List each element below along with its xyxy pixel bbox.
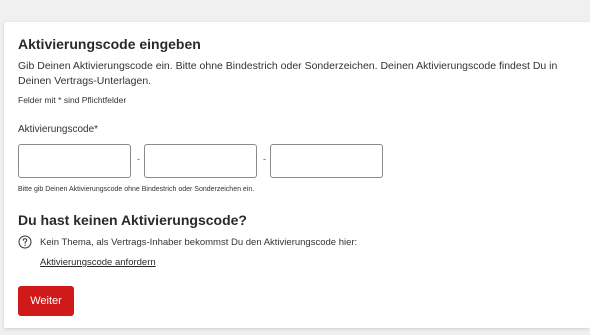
intro-text: Gib Deinen Aktivierungscode ein. Bitte o…	[18, 60, 558, 87]
no-code-help-text: Kein Thema, als Vertrags-Inhaber bekomms…	[40, 237, 358, 248]
activation-card: Aktivierungscode eingeben Gib Deinen Akt…	[4, 22, 590, 328]
activation-code-input-2[interactable]	[144, 144, 257, 178]
required-fields-note: Felder mit * sind Pflichtfelder	[18, 95, 127, 105]
question-circle-icon	[18, 235, 32, 249]
page-title: Aktivierungscode eingeben	[18, 36, 201, 52]
no-code-title: Du hast keinen Aktivierungscode?	[18, 212, 247, 228]
activation-code-label: Aktivierungscode*	[18, 124, 99, 135]
request-code-link[interactable]: Aktivierungscode anfordern	[40, 257, 156, 268]
code-separator-1: -	[137, 154, 140, 164]
next-button[interactable]: Weiter	[18, 286, 74, 316]
activation-code-input-3[interactable]	[270, 144, 383, 178]
input-hint: Bitte gib Deinen Aktivierungscode ohne B…	[18, 186, 255, 193]
code-separator-2: -	[263, 154, 266, 164]
activation-code-input-1[interactable]	[18, 144, 131, 178]
